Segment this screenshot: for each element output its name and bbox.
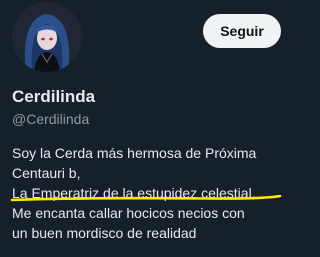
bio-line: Soy la Cerda más hermosa de Próxima	[12, 145, 257, 161]
bio-line: La Emperatriz de la estupidez celestial,	[12, 185, 256, 201]
profile-bio: Soy la Cerda más hermosa de Próxima Cent…	[12, 143, 282, 243]
follow-button[interactable]: Seguir	[203, 14, 281, 48]
avatar[interactable]	[12, 2, 82, 72]
profile-handle: @Cerdilinda	[12, 111, 90, 127]
bio-line: un buen mordisco de realidad	[12, 225, 197, 241]
display-name[interactable]: Cerdilinda	[12, 87, 95, 107]
bio-line: Centauri b,	[12, 165, 81, 181]
avatar-image	[12, 2, 82, 72]
bottom-edge	[0, 247, 286, 257]
bio-line: Me encanta callar hocicos necios con	[12, 205, 245, 221]
